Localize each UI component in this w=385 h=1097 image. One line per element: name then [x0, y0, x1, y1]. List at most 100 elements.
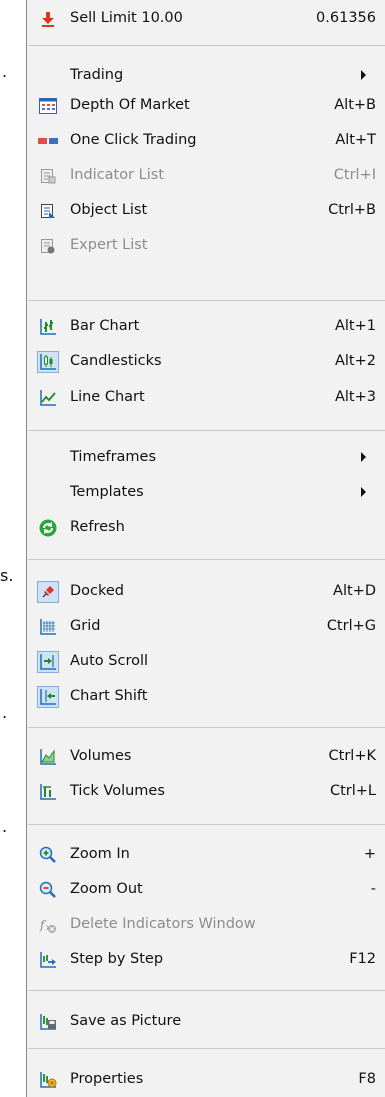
step-by-step-icon	[38, 950, 58, 970]
menu-item-label: Save as Picture	[70, 1013, 182, 1029]
menu-item-label: Expert List	[70, 237, 148, 253]
sell-arrow-icon	[38, 9, 58, 29]
menu-item-label: Refresh	[70, 519, 125, 535]
menu-item-shortcut: Alt+D	[333, 583, 376, 599]
pin-icon	[37, 581, 59, 603]
menu-item-zoom-in[interactable]: Zoom In +	[27, 840, 385, 870]
menu-item-label: Candlesticks	[70, 353, 162, 369]
depth-of-market-icon	[38, 96, 58, 116]
menu-separator	[28, 990, 385, 991]
menu-item-label: Auto Scroll	[70, 653, 149, 669]
menu-item-label: One Click Trading	[70, 132, 197, 148]
menu-item-shortcut: Ctrl+G	[326, 618, 376, 634]
menu-item-label: Timeframes	[70, 449, 157, 465]
menu-item-label: Tick Volumes	[70, 783, 165, 799]
grid-icon	[38, 617, 58, 637]
menu-item-grid[interactable]: Grid Ctrl+G	[27, 612, 385, 642]
menu-item-refresh[interactable]: Refresh	[27, 513, 385, 543]
zoom-out-icon	[38, 880, 58, 900]
submenu-arrow-icon	[361, 487, 366, 497]
expert-list-icon	[38, 236, 58, 256]
menu-item-auto-scroll[interactable]: Auto Scroll	[27, 647, 385, 677]
menu-item-shortcut: -	[370, 881, 376, 897]
candlesticks-icon	[37, 351, 59, 373]
menu-separator	[28, 727, 385, 728]
menu-item-label: Line Chart	[70, 389, 145, 405]
background-text-fragment: .	[2, 817, 8, 836]
background-text-fragment: .	[2, 703, 8, 722]
menu-separator	[28, 430, 385, 431]
menu-item-label: Sell Limit 10.00	[70, 10, 183, 26]
menu-item-shortcut: Ctrl+L	[329, 783, 376, 799]
menu-item-shortcut: Ctrl+I	[333, 167, 376, 183]
menu-item-volumes[interactable]: Volumes Ctrl+K	[27, 742, 385, 772]
menu-item-label: Zoom Out	[70, 881, 143, 897]
menu-item-shortcut: F12	[349, 951, 376, 967]
menu-item-depth-of-market[interactable]: Depth Of Market Alt+B	[27, 91, 385, 121]
submenu-arrow-icon	[361, 452, 366, 462]
chart-shift-icon	[37, 686, 59, 708]
menu-item-label: Trading	[70, 67, 124, 83]
menu-item-save-as-picture[interactable]: Save as Picture	[27, 1007, 385, 1037]
zoom-in-icon	[38, 845, 58, 865]
indicator-list-icon	[38, 166, 58, 186]
properties-icon	[38, 1070, 58, 1090]
menu-separator	[28, 559, 385, 560]
menu-item-label: Depth Of Market	[70, 97, 190, 113]
background-text-fragment: .	[2, 62, 8, 81]
menu-item-label: Properties	[70, 1071, 144, 1087]
menu-separator	[28, 45, 385, 46]
menu-item-shortcut: +	[363, 846, 376, 862]
menu-item-shortcut: Alt+B	[334, 97, 376, 113]
menu-item-shortcut: Alt+3	[334, 389, 376, 405]
menu-item-properties[interactable]: Properties F8	[27, 1065, 385, 1095]
bar-chart-icon	[38, 317, 58, 337]
menu-item-label: Delete Indicators Window	[70, 916, 256, 932]
one-click-trading-icon	[38, 131, 58, 151]
object-list-icon	[38, 201, 58, 221]
menu-item-shortcut: Alt+2	[334, 353, 376, 369]
menu-separator	[28, 300, 385, 301]
menu-item-shortcut: Alt+T	[335, 132, 376, 148]
menu-item-label: Volumes	[70, 748, 132, 764]
menu-item-chart-shift[interactable]: Chart Shift	[27, 682, 385, 712]
submenu-arrow-icon	[361, 70, 366, 80]
background-text-fragment: s.	[0, 566, 14, 585]
menu-item-label: Grid	[70, 618, 101, 634]
menu-item-label: Zoom In	[70, 846, 130, 862]
menu-item-label: Templates	[70, 484, 144, 500]
chart-context-menu: Sell Limit 10.00 0.61356 Trading Depth O…	[26, 0, 385, 1097]
menu-item-object-list[interactable]: Object List Ctrl+B	[27, 196, 385, 226]
menu-item-price: 0.61356	[316, 10, 376, 26]
menu-item-candlesticks[interactable]: Candlesticks Alt+2	[27, 347, 385, 377]
menu-item-label: Chart Shift	[70, 688, 148, 704]
menu-item-tick-volumes[interactable]: Tick Volumes Ctrl+L	[27, 777, 385, 807]
menu-item-expert-list[interactable]: Expert List	[27, 231, 385, 261]
menu-item-shortcut: F8	[358, 1071, 376, 1087]
menu-item-trading[interactable]: Trading	[27, 61, 385, 91]
menu-separator	[28, 824, 385, 825]
background-window: . s. . .	[0, 0, 26, 1097]
menu-item-one-click-trading[interactable]: One Click Trading Alt+T	[27, 126, 385, 156]
menu-item-line-chart[interactable]: Line Chart Alt+3	[27, 383, 385, 413]
menu-item-docked[interactable]: Docked Alt+D	[27, 577, 385, 607]
menu-item-shortcut: Alt+1	[334, 318, 376, 334]
menu-item-timeframes[interactable]: Timeframes	[27, 443, 385, 473]
volumes-icon	[38, 747, 58, 767]
menu-item-indicator-list[interactable]: Indicator List Ctrl+I	[27, 161, 385, 191]
menu-item-label: Step by Step	[70, 951, 164, 967]
line-chart-icon	[38, 388, 58, 408]
tick-volumes-icon	[38, 782, 58, 802]
menu-item-templates[interactable]: Templates	[27, 478, 385, 508]
menu-item-label: Object List	[70, 202, 148, 218]
menu-item-zoom-out[interactable]: Zoom Out -	[27, 875, 385, 905]
menu-item-shortcut: Ctrl+K	[328, 748, 376, 764]
menu-item-shortcut: Ctrl+B	[328, 202, 376, 218]
menu-item-label: Bar Chart	[70, 318, 140, 334]
menu-item-sell-limit[interactable]: Sell Limit 10.00 0.61356	[27, 4, 385, 34]
menu-item-step-by-step[interactable]: Step by Step F12	[27, 945, 385, 975]
menu-item-delete-indicators-window[interactable]: fx Delete Indicators Window	[27, 910, 385, 940]
delete-indicators-icon: fx	[38, 915, 58, 935]
menu-item-label: Indicator List	[70, 167, 165, 183]
menu-item-bar-chart[interactable]: Bar Chart Alt+1	[27, 312, 385, 342]
